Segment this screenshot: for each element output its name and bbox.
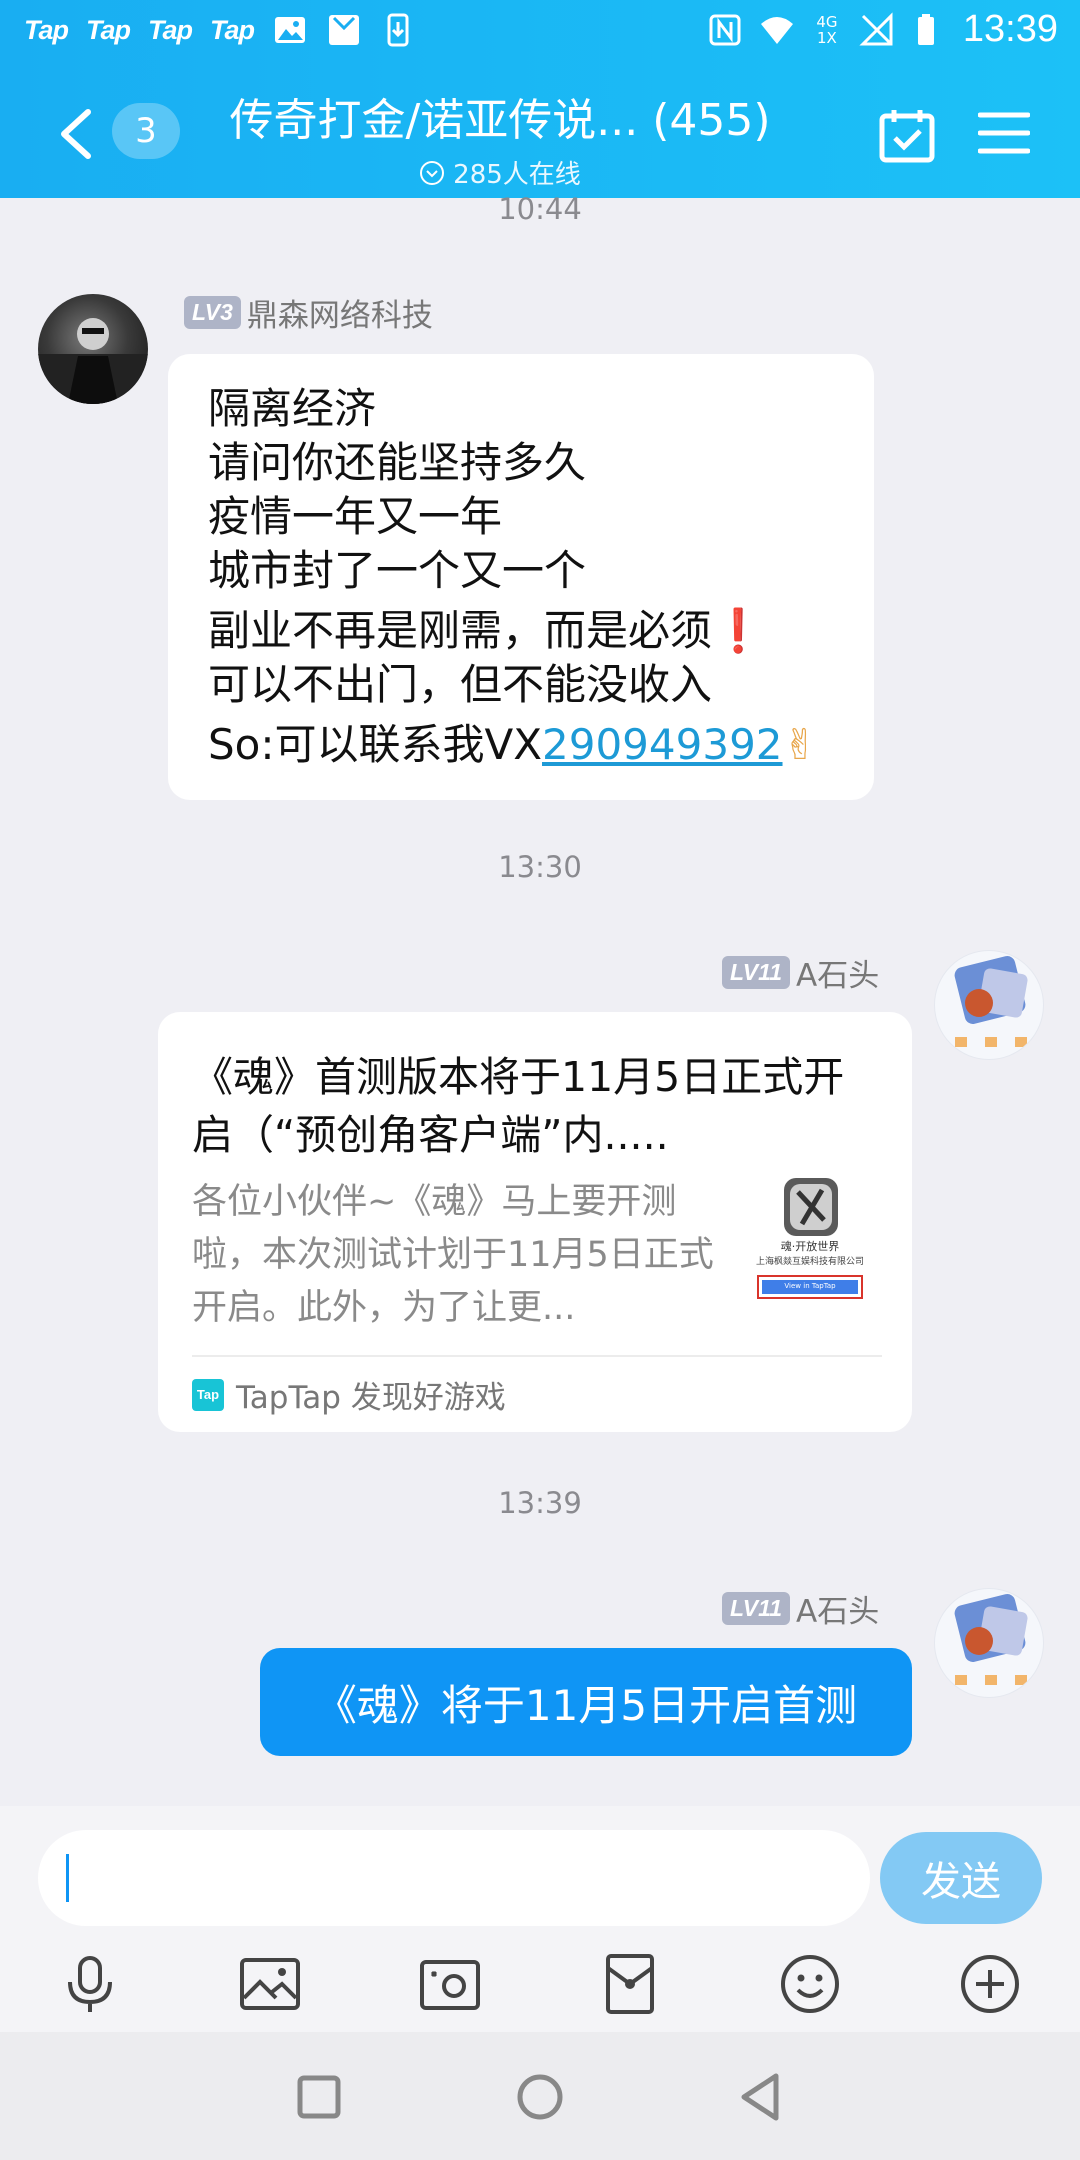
menu-icon[interactable]: [978, 110, 1030, 156]
exclamation-emoji: ❗: [712, 606, 765, 655]
message-line: 疫情一年又一年: [208, 492, 503, 541]
message-line: 副业不再是刚需，而是必须: [208, 606, 713, 655]
sender-name-row: LV11 A石头: [722, 1586, 879, 1631]
chat-title-area[interactable]: 传奇打金/诺亚传说... (455) 285人在线: [200, 84, 800, 191]
battery-icon: [917, 13, 934, 45]
sender-name-row: LV11 A石头: [722, 950, 879, 995]
taptap-notification-icon: Tap: [148, 14, 193, 45]
mail-notification-icon: [329, 15, 359, 45]
taptap-notification-icon: Tap: [24, 14, 69, 45]
message-line: 城市封了一个又一个: [208, 546, 587, 595]
wifi-icon: [760, 16, 793, 44]
message-bubble[interactable]: 隔离经济 请问你还能坚持多久 疫情一年又一年 城市封了一个又一个 副业不再是刚需…: [168, 354, 874, 800]
message-line: 请问你还能坚持多久: [208, 438, 587, 487]
system-navigation-bar: [0, 2032, 1080, 2160]
sender-name-row: LV3 鼎森网络科技: [184, 290, 433, 335]
taptap-notification-icon: Tap: [86, 14, 131, 45]
avatar[interactable]: [38, 294, 148, 404]
avatar-illustration: [954, 1594, 1028, 1685]
thumb-caption: 魂·开放世界: [780, 1240, 840, 1253]
send-button[interactable]: 发送: [880, 1832, 1042, 1924]
thumb-company: 上海枫燚互娱科技有限公司: [755, 1257, 864, 1267]
sender-name[interactable]: A石头: [796, 950, 879, 995]
level-badge: LV11: [722, 1592, 790, 1625]
image-icon[interactable]: [238, 1952, 302, 2016]
camera-icon[interactable]: [418, 1952, 482, 2016]
message-line-group: 副业不再是刚需，而是必须❗: [208, 604, 818, 658]
message-line: 隔离经济: [208, 384, 377, 433]
card-title: 《魂》首测版本将于11月5日正式开启（“预创角客户端”内.....: [192, 1053, 845, 1159]
no-signal-icon: [859, 11, 893, 45]
thumb-button-label: View in TapTap: [784, 1282, 836, 1290]
sender-name[interactable]: A石头: [796, 1586, 879, 1631]
card-source-label: TapTap 发现好游戏: [236, 1380, 506, 1416]
sender-name[interactable]: 鼎森网络科技: [247, 290, 433, 335]
text-caret: [66, 1854, 69, 1902]
calendar-check-icon[interactable]: [878, 106, 936, 164]
navbar: 3 传奇打金/诺亚传说... (455) 285人在线: [0, 70, 1080, 198]
group-title: 传奇打金/诺亚传说... (455): [229, 95, 771, 146]
shared-link-card[interactable]: 《魂》首测版本将于11月5日正式开启（“预创角客户端”内..... 各位小伙伴~…: [158, 1012, 912, 1432]
level-badge: LV3: [184, 296, 241, 329]
emoji-icon[interactable]: [778, 1952, 842, 2016]
red-packet-icon[interactable]: [598, 1952, 662, 2016]
back-nav-icon[interactable]: [726, 2062, 796, 2132]
level-badge: LV11: [722, 956, 790, 989]
card-description: 各位小伙伴~《魂》马上要开测啦，本次测试计划于11月5日正式开启。此外，为了让更…: [192, 1182, 714, 1328]
avatar[interactable]: [934, 950, 1044, 1060]
status-bar: Tap Tap Tap Tap 4G 1X 13:39: [0, 0, 1080, 62]
card-source: Tap TapTap 发现好游戏: [192, 1372, 506, 1417]
chat-area[interactable]: 10:44 LV3 鼎森网络科技 隔离经济 请问你还能坚持多久 疫情一年又一年 …: [0, 192, 1080, 1806]
chevron-left-icon[interactable]: [52, 106, 98, 162]
online-count: 285人在线: [200, 154, 800, 191]
message-text: 《魂》将于11月5日开启首测: [314, 1680, 858, 1730]
message-line: 可以不出门，但不能没收入: [208, 660, 713, 709]
home-icon[interactable]: [505, 2062, 575, 2132]
contact-prefix: So:可以联系我VX: [208, 720, 543, 769]
unread-count-badge[interactable]: 3: [112, 103, 180, 159]
taptap-notification-icon: Tap: [210, 14, 255, 45]
chat-header: Tap Tap Tap Tap 4G 1X 13:39 3 传奇打金/诺亚传说.…: [0, 0, 1080, 198]
avatar-illustration: [954, 956, 1028, 1047]
nfc-icon: [709, 14, 741, 45]
download-notification-icon: [387, 13, 409, 47]
input-bar: 发送: [0, 1806, 1080, 2032]
status-time: 13:39: [962, 8, 1058, 50]
card-divider: [192, 1355, 882, 1357]
victory-hand-emoji: ✌: [782, 720, 818, 769]
person-photo: [38, 318, 148, 404]
gallery-notification-icon: [275, 17, 305, 43]
recent-apps-icon[interactable]: [284, 2062, 354, 2132]
network-label: 4G 1X: [816, 12, 838, 47]
timestamp: 13:39: [498, 1486, 582, 1520]
card-thumbnail: 魂·开放世界 上海枫燚互娱科技有限公司 View in TapTap: [742, 1172, 878, 1312]
taptap-logo-icon: Tap: [192, 1378, 224, 1411]
timestamp: 13:30: [498, 850, 582, 884]
avatar[interactable]: [934, 1588, 1044, 1698]
online-count-label: 285人在线: [453, 160, 581, 190]
chevron-circle-icon: [420, 160, 445, 185]
microphone-icon[interactable]: [58, 1952, 122, 2016]
message-bubble-self[interactable]: 《魂》将于11月5日开启首测: [260, 1648, 912, 1756]
message-text: 隔离经济 请问你还能坚持多久 疫情一年又一年 城市封了一个又一个 副业不再是刚需…: [208, 382, 818, 772]
message-input[interactable]: [38, 1830, 870, 1926]
add-icon[interactable]: [958, 1952, 1022, 2016]
contact-line: So:可以联系我VX290949392✌: [208, 718, 818, 772]
timestamp: 10:44: [498, 192, 582, 226]
contact-number-link[interactable]: 290949392: [542, 720, 783, 769]
